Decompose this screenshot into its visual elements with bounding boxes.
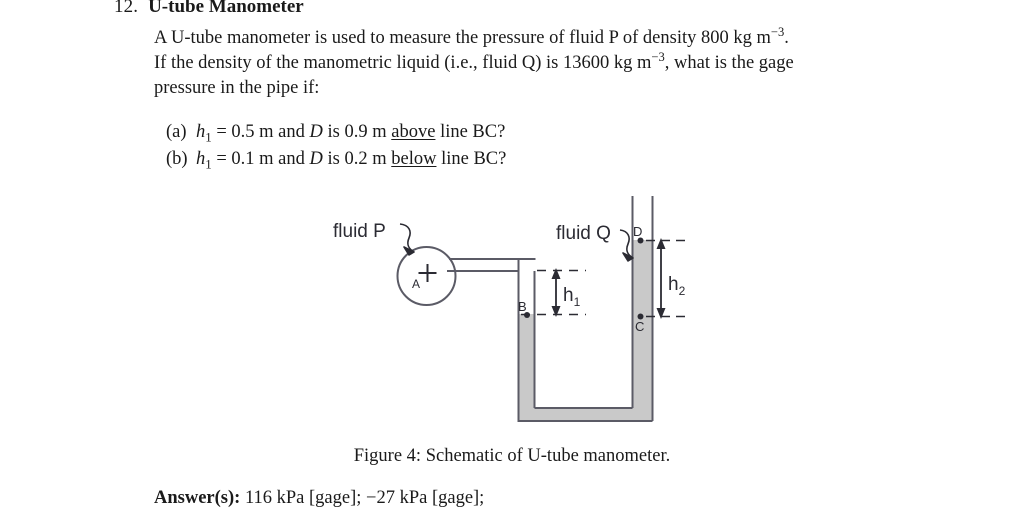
fluid-fill-left-column: [518, 314, 535, 409]
point-d-marker: [637, 237, 644, 244]
fluid-q-leader-line: [619, 229, 634, 259]
point-c-marker: [637, 313, 644, 320]
subitem-mid-b: is 0.2 m: [327, 149, 387, 169]
statement-line-3: pressure in the pipe if:: [154, 78, 320, 98]
point-a-label: A: [412, 277, 420, 291]
answer-value: 116 kPa [gage]; −27 kPa [gage];: [244, 488, 485, 508]
statement-line-1-exponent: −3: [770, 24, 785, 39]
h2-subscript: 2: [679, 284, 686, 298]
h1-arrowhead-down-icon: [551, 306, 561, 317]
subitem-label-a: (a): [166, 122, 187, 142]
point-a-crosshair-icon: [418, 264, 437, 282]
subitem-eq-a: = 0.5 m and: [216, 122, 305, 142]
page-title: U-tube Manometer: [148, 0, 304, 17]
point-d-label: D: [633, 224, 642, 239]
subitem-var-sub-a: 1: [205, 129, 212, 145]
fluid-p-arrowhead-icon: [403, 246, 415, 256]
fluid-q-arrowhead-icon: [622, 252, 634, 262]
statement-line-2-exponent: −3: [651, 49, 665, 64]
point-b-label: B: [518, 299, 527, 314]
subitem-label-b: (b): [166, 149, 188, 169]
subitem-mid-a: is 0.9 m: [327, 122, 387, 142]
problem-statement: A U-tube manometer is used to measure th…: [154, 26, 954, 101]
problem-heading: 12. U-tube Manometer: [114, 0, 304, 18]
fluid-p-leader-line: [399, 223, 415, 253]
fluid-fill-bottom: [518, 408, 653, 422]
fluid-p-label: fluid P: [333, 221, 386, 242]
h2-label: h2: [668, 274, 686, 298]
subitem-emphasis-a: above: [391, 122, 436, 142]
statement-line-2-text: If the density of the manometric liquid …: [154, 53, 652, 73]
h2-arrowhead-down-icon: [656, 308, 666, 319]
fluid-fill-right-column: [632, 240, 652, 420]
subitem-eq-b: = 0.1 m and: [216, 149, 305, 169]
statement-line-1-tail: .: [784, 28, 789, 48]
vessel-a-circle: [396, 246, 457, 306]
answer-label: Answer(s):: [154, 488, 241, 508]
h1-subscript: 1: [574, 295, 581, 309]
h1-arrowhead-up-icon: [551, 268, 561, 279]
point-c-label: C: [635, 319, 644, 334]
subitem-tail-a: line BC?: [440, 122, 506, 142]
fluid-q-label: fluid Q: [556, 223, 611, 244]
problem-subitems: (a) h1 = 0.5 m and D is 0.9 m above line …: [166, 119, 506, 173]
point-b-marker: [524, 312, 530, 318]
answer-line: Answer(s): 116 kPa [gage]; −27 kPa [gage…: [154, 488, 484, 509]
subitem-tail-b: line BC?: [441, 149, 507, 169]
h1-label: h1: [563, 285, 581, 309]
statement-line-2: If the density of the manometric liquid …: [154, 51, 954, 76]
subitem-emphasis-b: below: [391, 149, 437, 169]
figure-caption: Figure 4: Schematic of U-tube manometer.: [353, 446, 671, 466]
document-page: 12. U-tube Manometer A U-tube manometer …: [0, 0, 1024, 512]
subitem-var-a: h: [196, 122, 206, 142]
statement-line-1-text: A U-tube manometer is used to measure th…: [154, 28, 771, 48]
statement-line-1: A U-tube manometer is used to measure th…: [154, 26, 954, 51]
subitem-var-sub-b: 1: [205, 156, 212, 172]
subitem-var-b: h: [196, 149, 206, 169]
problem-number: 12.: [114, 0, 139, 17]
h2-arrowhead-up-icon: [656, 238, 666, 249]
list-item: (a) h1 = 0.5 m and D is 0.9 m above line …: [166, 119, 506, 146]
statement-line-2-tail: , what is the gage: [664, 53, 794, 73]
list-item: (b) h1 = 0.1 m and D is 0.2 m below line …: [166, 146, 506, 173]
subitem-var2-b: D: [309, 149, 323, 169]
subitem-var2-a: D: [309, 122, 323, 142]
